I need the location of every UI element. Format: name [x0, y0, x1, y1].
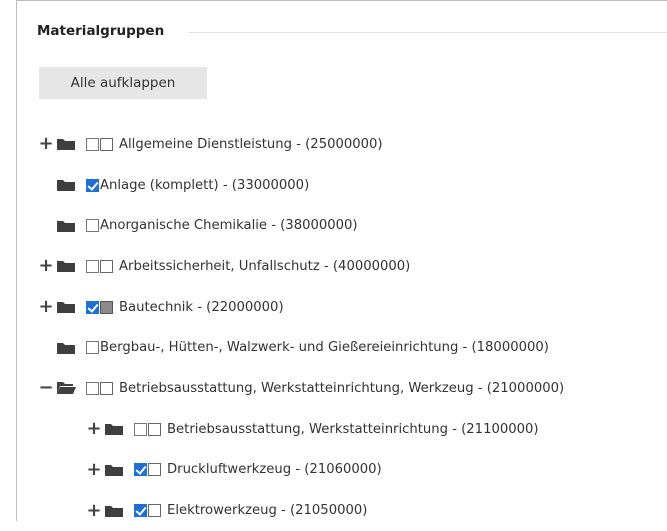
tree-item-label[interactable]: Anlage (komplett) - (33000000) [100, 178, 309, 193]
subtree-state-box[interactable] [100, 137, 113, 151]
folder-icon [104, 422, 124, 436]
tree-row: +Anlage (komplett) - (33000000) [0, 165, 651, 206]
fieldset-legend: Materialgruppen [37, 23, 173, 39]
folder-icon [56, 137, 76, 151]
tree-item-label[interactable]: Bergbau-, Hütten-, Walzwerk- und Gießere… [100, 340, 549, 355]
folder-icon [56, 178, 76, 192]
tree-item-label[interactable]: Anorganische Chemikalie - (38000000) [100, 218, 358, 233]
tree-item-label[interactable]: Arbeitssicherheit, Unfallschutz - (40000… [119, 259, 410, 274]
folder-icon [104, 463, 124, 477]
folder-icon [56, 341, 76, 355]
tree-item-label[interactable]: Bautechnik - (22000000) [119, 300, 284, 315]
expand-toggle[interactable]: + [38, 135, 54, 153]
select-checkbox[interactable] [134, 463, 147, 477]
tree-row: + Betriebsausstattung, Werkstatteinrichtu… [0, 409, 651, 450]
select-checkbox[interactable] [86, 259, 99, 273]
tree-item-label[interactable]: Betriebsausstattung, Werkstatteinrichtun… [167, 422, 539, 437]
select-checkbox[interactable] [86, 341, 99, 355]
collapse-toggle[interactable]: − [38, 379, 54, 397]
tree-row: +Anorganische Chemikalie - (38000000) [0, 205, 651, 246]
select-checkbox[interactable] [86, 178, 99, 192]
expand-toggle[interactable]: + [86, 501, 102, 519]
expand-toggle[interactable]: + [38, 257, 54, 275]
folder-icon [56, 219, 76, 233]
tree-row: − Betriebsausstattung, Werkstatteinrichtu… [0, 368, 651, 409]
folder-icon [56, 259, 76, 273]
subtree-state-box[interactable] [100, 259, 113, 273]
folder-open-icon [56, 381, 76, 395]
tree-row: + Arbeitssicherheit, Unfallschutz - (4000… [0, 246, 651, 287]
subtree-state-box[interactable] [148, 422, 161, 436]
select-checkbox[interactable] [86, 300, 99, 314]
expand-toggle[interactable]: + [86, 420, 102, 438]
tree-item-label[interactable]: Druckluftwerkzeug - (21060000) [167, 462, 382, 477]
tree-row: + Bautechnik - (22000000) [0, 287, 651, 328]
subtree-state-box[interactable] [100, 381, 113, 395]
tree-item-label[interactable]: Betriebsausstattung, Werkstatteinrichtun… [119, 381, 564, 396]
tree-row: + Elektrowerkzeug - (21050000) [0, 490, 651, 531]
legend-divider [189, 32, 667, 33]
select-checkbox[interactable] [86, 219, 99, 233]
select-checkbox[interactable] [86, 381, 99, 395]
subtree-state-box[interactable] [148, 463, 161, 477]
tree-row: +Bergbau-, Hütten-, Walzwerk- und Gießer… [0, 327, 651, 368]
tree-item-label[interactable]: Allgemeine Dienstleistung - (25000000) [119, 137, 383, 152]
expand-all-button[interactable]: Alle aufklappen [39, 67, 207, 99]
select-checkbox[interactable] [134, 422, 147, 436]
select-checkbox[interactable] [86, 137, 99, 151]
expand-toggle[interactable]: + [38, 298, 54, 316]
tree-item-label[interactable]: Elektrowerkzeug - (21050000) [167, 503, 367, 518]
folder-icon [56, 300, 76, 314]
tree-row: + Druckluftwerkzeug - (21060000) [0, 450, 651, 491]
material-group-tree: +Allgemeine Dienstleistung - (25000000)+… [0, 124, 651, 531]
expand-toggle[interactable]: + [86, 460, 102, 478]
subtree-state-box[interactable] [100, 300, 113, 314]
tree-row: + Allgemeine Dienstleistung - (25000000) [0, 124, 651, 165]
